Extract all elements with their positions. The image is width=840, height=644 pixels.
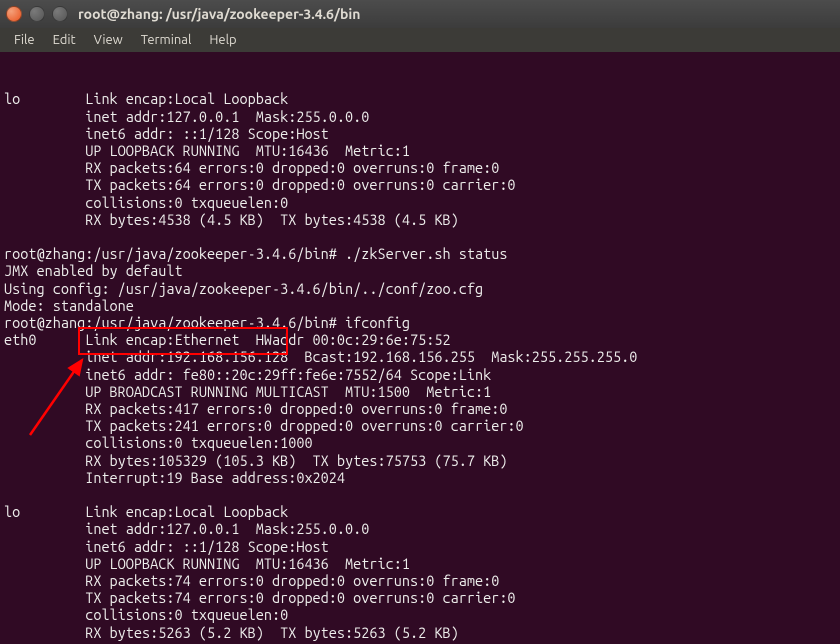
close-icon[interactable] bbox=[6, 6, 22, 22]
terminal-line: TX packets:64 errors:0 dropped:0 overrun… bbox=[4, 176, 836, 193]
terminal-line: root@zhang:/usr/java/zookeeper-3.4.6/bin… bbox=[4, 245, 836, 262]
terminal-line: inet6 addr: fe80::20c:29ff:fe6e:7552/64 … bbox=[4, 366, 836, 383]
menu-edit[interactable]: Edit bbox=[45, 31, 84, 49]
terminal-line: UP LOOPBACK RUNNING MTU:16436 Metric:1 bbox=[4, 555, 836, 572]
menu-view[interactable]: View bbox=[86, 31, 131, 49]
menu-file[interactable]: File bbox=[6, 31, 43, 49]
terminal-line: TX packets:241 errors:0 dropped:0 overru… bbox=[4, 417, 836, 434]
terminal-line: RX bytes:105329 (105.3 KB) TX bytes:7575… bbox=[4, 452, 836, 469]
terminal-line: UP BROADCAST RUNNING MULTICAST MTU:1500 … bbox=[4, 383, 836, 400]
terminal-line: RX packets:64 errors:0 dropped:0 overrun… bbox=[4, 159, 836, 176]
terminal-line: lo Link encap:Local Loopback bbox=[4, 503, 836, 520]
terminal-line bbox=[4, 228, 836, 245]
terminal-line: TX packets:74 errors:0 dropped:0 overrun… bbox=[4, 589, 836, 606]
terminal-line bbox=[4, 486, 836, 503]
terminal-line: Interrupt:19 Base address:0x2024 bbox=[4, 469, 836, 486]
terminal-line: collisions:0 txqueuelen:0 bbox=[4, 606, 836, 623]
terminal-line: inet6 addr: ::1/128 Scope:Host bbox=[4, 538, 836, 555]
terminal-line: UP LOOPBACK RUNNING MTU:16436 Metric:1 bbox=[4, 142, 836, 159]
terminal-line: RX packets:74 errors:0 dropped:0 overrun… bbox=[4, 572, 836, 589]
terminal-line: inet addr:127.0.0.1 Mask:255.0.0.0 bbox=[4, 520, 836, 537]
minimize-icon[interactable] bbox=[29, 6, 45, 22]
terminal-line: inet addr:192.168.156.128 Bcast:192.168.… bbox=[4, 348, 836, 365]
titlebar: root@zhang: /usr/java/zookeeper-3.4.6/bi… bbox=[0, 0, 840, 28]
terminal-line: inet addr:127.0.0.1 Mask:255.0.0.0 bbox=[4, 108, 836, 125]
window-title: root@zhang: /usr/java/zookeeper-3.4.6/bi… bbox=[78, 6, 360, 22]
terminal-line: Using config: /usr/java/zookeeper-3.4.6/… bbox=[4, 280, 836, 297]
menubar: File Edit View Terminal Help bbox=[0, 28, 840, 52]
terminal-line: Mode: standalone bbox=[4, 297, 836, 314]
menu-terminal[interactable]: Terminal bbox=[133, 31, 200, 49]
terminal-line: RX bytes:4538 (4.5 KB) TX bytes:4538 (4.… bbox=[4, 211, 836, 228]
maximize-icon[interactable] bbox=[52, 6, 68, 22]
terminal-line: collisions:0 txqueuelen:0 bbox=[4, 194, 836, 211]
terminal-line: RX bytes:5263 (5.2 KB) TX bytes:5263 (5.… bbox=[4, 624, 836, 641]
terminal-line: RX packets:417 errors:0 dropped:0 overru… bbox=[4, 400, 836, 417]
terminal-line bbox=[4, 73, 836, 90]
terminal-line: root@zhang:/usr/java/zookeeper-3.4.6/bin… bbox=[4, 314, 836, 331]
terminal-line: eth0 Link encap:Ethernet HWaddr 00:0c:29… bbox=[4, 331, 836, 348]
terminal-line: JMX enabled by default bbox=[4, 262, 836, 279]
terminal-line: inet6 addr: ::1/128 Scope:Host bbox=[4, 125, 836, 142]
terminal-line: collisions:0 txqueuelen:1000 bbox=[4, 434, 836, 451]
menu-help[interactable]: Help bbox=[201, 31, 244, 49]
terminal-line: lo Link encap:Local Loopback bbox=[4, 90, 836, 107]
window-controls bbox=[6, 6, 68, 22]
terminal-output[interactable]: lo Link encap:Local Loopback inet addr:1… bbox=[0, 52, 840, 644]
